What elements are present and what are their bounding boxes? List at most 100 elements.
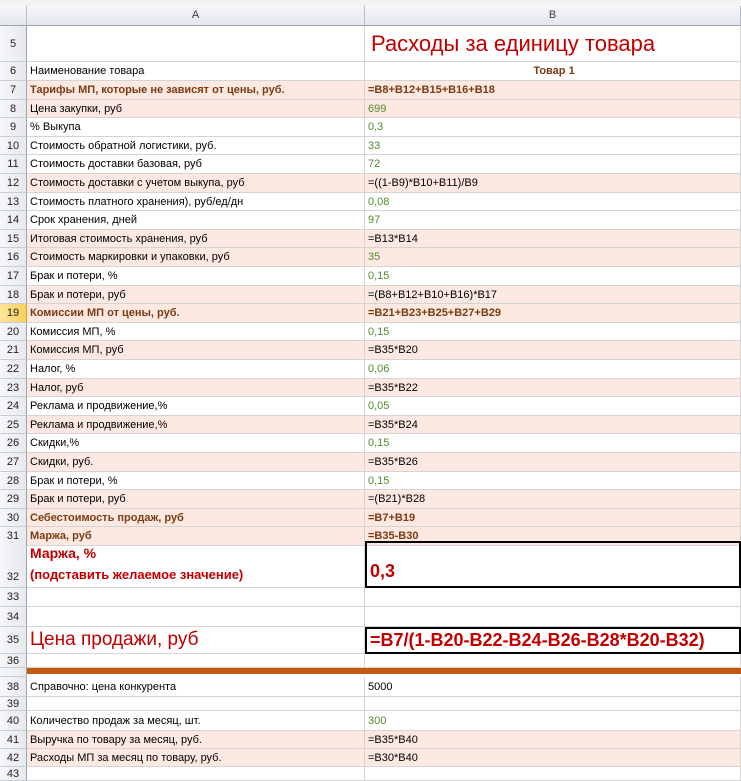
column-header-b[interactable]: B <box>365 6 741 26</box>
cell-b12[interactable]: =((1-B9)*B10+B11)/B9 <box>365 174 741 193</box>
cell-b42[interactable]: =B30*B40 <box>365 749 741 767</box>
row-header[interactable]: 34 <box>0 607 27 627</box>
cell-b33[interactable] <box>365 588 741 607</box>
cell-a38[interactable]: Справочно: цена конкурента <box>27 677 365 697</box>
cell-b6[interactable]: Товар 1 <box>365 62 741 81</box>
cell-b7[interactable]: =B8+B12+B15+B16+B18 <box>365 81 741 100</box>
row-header[interactable]: 15 <box>0 230 27 248</box>
row-header[interactable]: 9 <box>0 118 27 137</box>
cell-b26[interactable]: 0,15 <box>365 434 741 453</box>
cell-b27[interactable]: =B35*B26 <box>365 453 741 472</box>
row-header[interactable]: 24 <box>0 397 27 416</box>
cell-a22[interactable]: Налог, % <box>27 360 365 379</box>
row-header[interactable]: 10 <box>0 137 27 155</box>
row-header[interactable]: 38 <box>0 677 27 697</box>
cell-a16[interactable]: Стоимость маркировки и упаковки, руб <box>27 248 365 267</box>
row-header[interactable]: 28 <box>0 472 27 490</box>
cell-a32[interactable]: Маржа, % (подставить желаемое значение) <box>27 541 365 588</box>
cell-a30[interactable]: Себестоимость продаж, руб <box>27 509 365 527</box>
cell-a25[interactable]: Реклама и продвижение,% <box>27 416 365 434</box>
cell-b23[interactable]: =B35*B22 <box>365 379 741 397</box>
cell-a43[interactable] <box>27 767 365 781</box>
cell-a29[interactable]: Брак и потери, руб <box>27 490 365 509</box>
row-header[interactable]: 33 <box>0 588 27 607</box>
row-header[interactable]: 41 <box>0 731 27 749</box>
row-header[interactable]: 37 <box>0 668 27 677</box>
cell-b40[interactable]: 300 <box>365 711 741 731</box>
select-all-corner[interactable] <box>0 6 27 26</box>
cell-b10[interactable]: 33 <box>365 137 741 155</box>
row-header[interactable]: 22 <box>0 360 27 379</box>
row-header[interactable]: 18 <box>0 286 27 304</box>
cell-a33[interactable] <box>27 588 365 607</box>
row-header[interactable]: 30 <box>0 509 27 527</box>
row-header[interactable]: 25 <box>0 416 27 434</box>
cell-b36[interactable] <box>365 654 741 668</box>
cell-b30[interactable]: =B7+B19 <box>365 509 741 527</box>
row-header[interactable]: 13 <box>0 193 27 211</box>
row-header[interactable]: 12 <box>0 174 27 193</box>
row-header[interactable]: 23 <box>0 379 27 397</box>
column-header-a[interactable]: A <box>27 6 365 26</box>
cell-a36[interactable] <box>27 654 365 668</box>
row-header[interactable]: 16 <box>0 248 27 267</box>
cell-a27[interactable]: Скидки, руб. <box>27 453 365 472</box>
cell-b35-price-formula[interactable]: =B7/(1-B20-B22-B24-B26-B28*B20-B32) <box>365 627 741 654</box>
cell-b41[interactable]: =B35*B40 <box>365 731 741 749</box>
cell-b17[interactable]: 0,15 <box>365 267 741 286</box>
cell-a21[interactable]: Комиссия МП, руб <box>27 341 365 360</box>
row-header[interactable]: 21 <box>0 341 27 360</box>
cell-a26[interactable]: Скидки,% <box>27 434 365 453</box>
cell-a40[interactable]: Количество продаж за месяц, шт. <box>27 711 365 731</box>
cell-b16[interactable]: 35 <box>365 248 741 267</box>
cell-b21[interactable]: =B35*B20 <box>365 341 741 360</box>
cell-a5[interactable] <box>27 26 365 62</box>
row-header[interactable]: 7 <box>0 81 27 100</box>
cell-a11[interactable]: Стоимость доставки базовая, руб <box>27 155 365 174</box>
row-header[interactable]: 39 <box>0 697 27 711</box>
cell-b13[interactable]: 0,08 <box>365 193 741 211</box>
row-header[interactable]: 19 <box>0 304 27 323</box>
cell-b15[interactable]: =B13*B14 <box>365 230 741 248</box>
cell-b8[interactable]: 699 <box>365 100 741 118</box>
cell-b38[interactable]: 5000 <box>365 677 741 697</box>
cell-a35-price-label[interactable]: Цена продажи, руб <box>27 627 365 654</box>
cell-a12[interactable]: Стоимость доставки с учетом выкупа, руб <box>27 174 365 193</box>
cell-b39[interactable] <box>365 697 741 711</box>
cell-a18[interactable]: Брак и потери, руб <box>27 286 365 304</box>
row-header[interactable]: 20 <box>0 323 27 341</box>
row-header[interactable]: 17 <box>0 267 27 286</box>
cell-b20[interactable]: 0,15 <box>365 323 741 341</box>
cell-a15[interactable]: Итоговая стоимость хранения, руб <box>27 230 365 248</box>
cell-b9[interactable]: 0,3 <box>365 118 741 137</box>
cell-a7[interactable]: Тарифы МП, которые не зависят от цены, р… <box>27 81 365 100</box>
cell-b34[interactable] <box>365 607 741 627</box>
row-header[interactable]: 36 <box>0 654 27 668</box>
row-header[interactable]: 27 <box>0 453 27 472</box>
cell-a23[interactable]: Налог, руб <box>27 379 365 397</box>
cell-b32-margin-input[interactable]: 0,3 <box>365 541 741 588</box>
cell-a34[interactable] <box>27 607 365 627</box>
cell-b28[interactable]: 0,15 <box>365 472 741 490</box>
cell-a19[interactable]: Комиссии МП от цены, руб. <box>27 304 365 323</box>
cell-a17[interactable]: Брак и потери, % <box>27 267 365 286</box>
cell-a13[interactable]: Стоимость платного хранения), руб/ед/дн <box>27 193 365 211</box>
row-header[interactable]: 8 <box>0 100 27 118</box>
row-header[interactable]: 43 <box>0 767 27 781</box>
cell-a6[interactable]: Наименование товара <box>27 62 365 81</box>
row-header[interactable]: 14 <box>0 211 27 230</box>
cell-a14[interactable]: Срок хранения, дней <box>27 211 365 230</box>
cell-b43[interactable] <box>365 767 741 781</box>
cell-a39[interactable] <box>27 697 365 711</box>
row-header[interactable]: 35 <box>0 627 27 654</box>
row-header[interactable]: 42 <box>0 749 27 767</box>
cell-a24[interactable]: Реклама и продвижение,% <box>27 397 365 416</box>
cell-b11[interactable]: 72 <box>365 155 741 174</box>
cell-b24[interactable]: 0,05 <box>365 397 741 416</box>
cell-b25[interactable]: =B35*B24 <box>365 416 741 434</box>
cell-a10[interactable]: Стоимость обратной логистики, руб. <box>27 137 365 155</box>
row-header[interactable]: 11 <box>0 155 27 174</box>
cell-b19[interactable]: =B21+B23+B25+B27+B29 <box>365 304 741 323</box>
row-header[interactable]: 32 <box>0 541 27 588</box>
row-header[interactable]: 29 <box>0 490 27 509</box>
